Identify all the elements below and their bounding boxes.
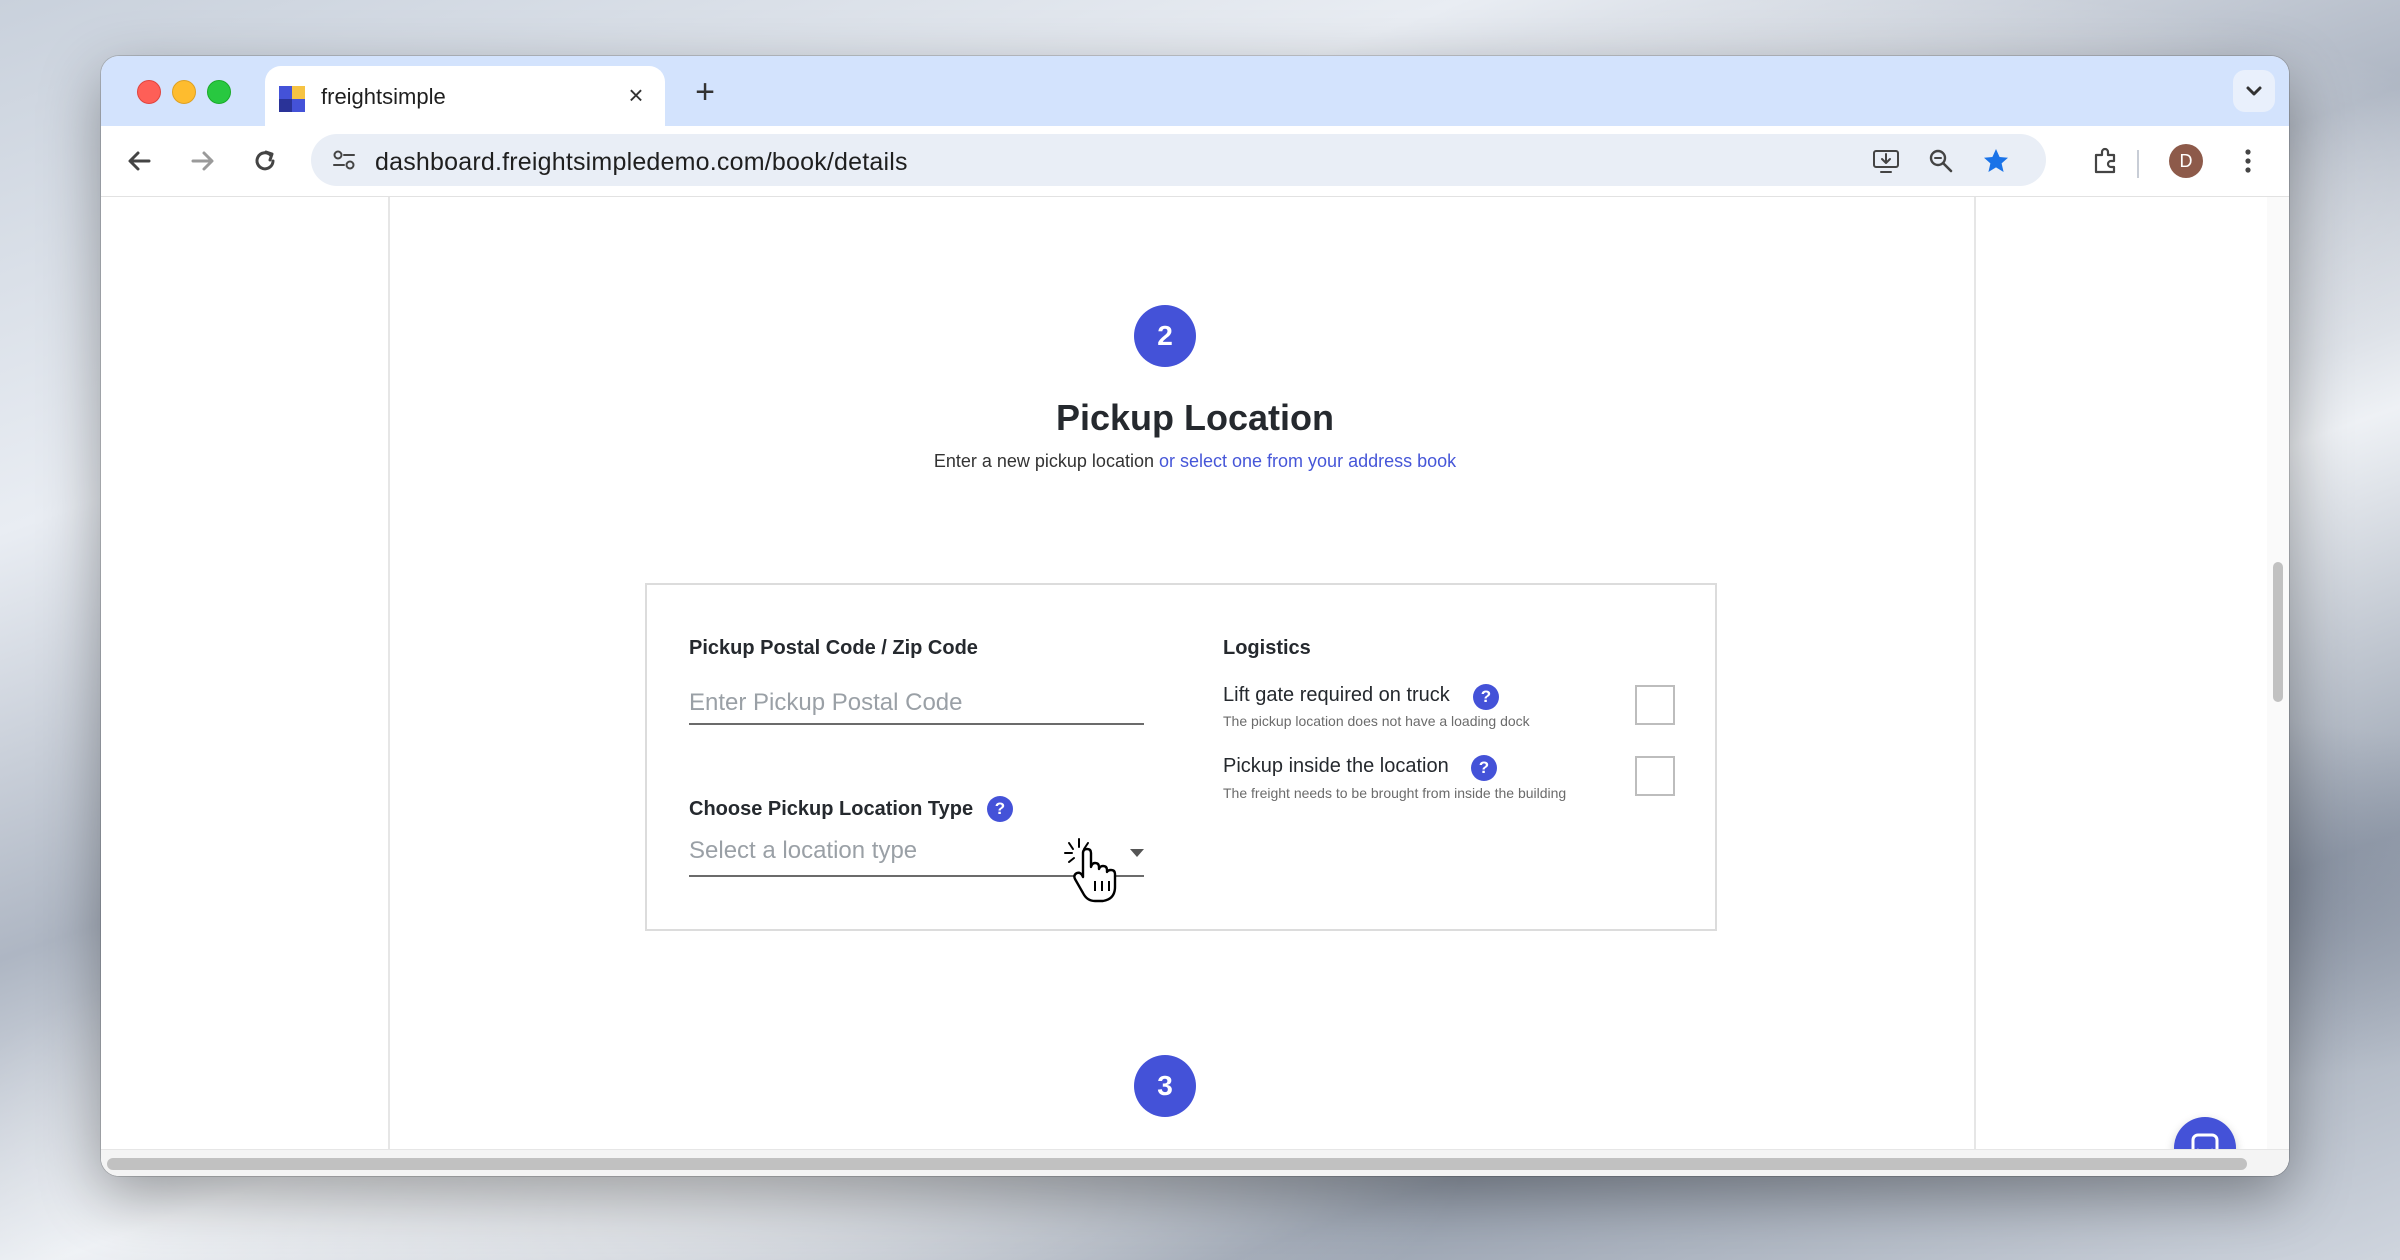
postal-code-underline (689, 723, 1144, 725)
logistics-title: Logistics (1223, 637, 1311, 659)
hand-pointer-cursor-icon (1064, 838, 1117, 903)
toolbar-divider (2137, 150, 2139, 178)
section-title: Pickup Location (1055, 397, 1335, 438)
forward-arrow-icon[interactable] (183, 142, 221, 180)
pickup-location-card: Pickup Postal Code / Zip Code Choose Pic… (645, 583, 1717, 931)
postal-code-label: Pickup Postal Code / Zip Code (689, 637, 978, 659)
minimize-window-button[interactable] (172, 80, 196, 104)
reload-icon[interactable] (246, 142, 284, 180)
site-settings-icon[interactable] (331, 147, 357, 173)
lift-gate-help-icon[interactable]: ? (1473, 684, 1499, 710)
tab-bar: freightsimple × + (101, 56, 2289, 126)
chevron-down-icon (2246, 86, 2262, 96)
url-text[interactable]: dashboard.freightsimpledemo.com/book/det… (375, 148, 908, 177)
address-bar[interactable]: dashboard.freightsimpledemo.com/book/det… (311, 134, 2046, 186)
page-content: 2 Pickup Location Enter a new pickup loc… (101, 197, 2289, 1176)
new-tab-button[interactable]: + (687, 74, 723, 110)
horizontal-scrollbar[interactable] (101, 1149, 2289, 1176)
inside-pickup-checkbox[interactable] (1635, 756, 1675, 796)
horizontal-scroll-thumb[interactable] (107, 1158, 2247, 1170)
inside-pickup-help-icon[interactable]: ? (1471, 755, 1497, 781)
lift-gate-title: Lift gate required on truck (1223, 684, 1450, 706)
vertical-scrollbar[interactable] (2267, 197, 2289, 1149)
address-book-link[interactable]: or select one from your address book (1159, 451, 1456, 471)
back-arrow-icon[interactable] (121, 142, 159, 180)
content-right-border (1974, 197, 1976, 1149)
tab-close-icon[interactable]: × (621, 80, 651, 110)
dropdown-caret-icon (1130, 849, 1144, 857)
browser-window: freightsimple × + dashboard.freightsimpl… (101, 56, 2289, 1176)
browser-tab[interactable]: freightsimple × (265, 66, 665, 126)
inside-pickup-title: Pickup inside the location (1223, 755, 1449, 777)
tab-title: freightsimple (321, 84, 446, 109)
location-type-label: Choose Pickup Location Type (689, 798, 974, 820)
zoom-window-button[interactable] (207, 80, 231, 104)
location-type-placeholder: Select a location type (689, 837, 918, 864)
content-left-border (388, 197, 390, 1149)
zoom-icon[interactable] (1926, 146, 1956, 176)
more-menu-icon[interactable] (2231, 144, 2265, 178)
extensions-puzzle-icon[interactable] (2089, 144, 2123, 178)
tab-search-button[interactable] (2233, 70, 2275, 112)
install-app-icon[interactable] (1871, 146, 1901, 176)
section-subtitle: Enter a new pickup location or select on… (101, 451, 2289, 472)
close-window-button[interactable] (137, 80, 161, 104)
lift-gate-checkbox[interactable] (1635, 685, 1675, 725)
browser-toolbar: dashboard.freightsimpledemo.com/book/det… (101, 126, 2289, 197)
lift-gate-description: The pickup location does not have a load… (1223, 713, 1530, 729)
next-step-number-badge: 3 (1134, 1055, 1196, 1117)
inside-pickup-description: The freight needs to be brought from ins… (1223, 785, 1567, 801)
postal-code-input[interactable] (689, 686, 1144, 720)
freightsimple-favicon-icon (279, 86, 305, 112)
vertical-scroll-thumb[interactable] (2273, 562, 2283, 702)
step-number-badge: 2 (1134, 305, 1196, 367)
bookmark-star-icon[interactable] (1981, 146, 2011, 176)
subtitle-text: Enter a new pickup location (933, 451, 1159, 471)
location-type-help-icon[interactable]: ? (987, 796, 1013, 822)
profile-avatar[interactable]: D (2169, 144, 2203, 178)
